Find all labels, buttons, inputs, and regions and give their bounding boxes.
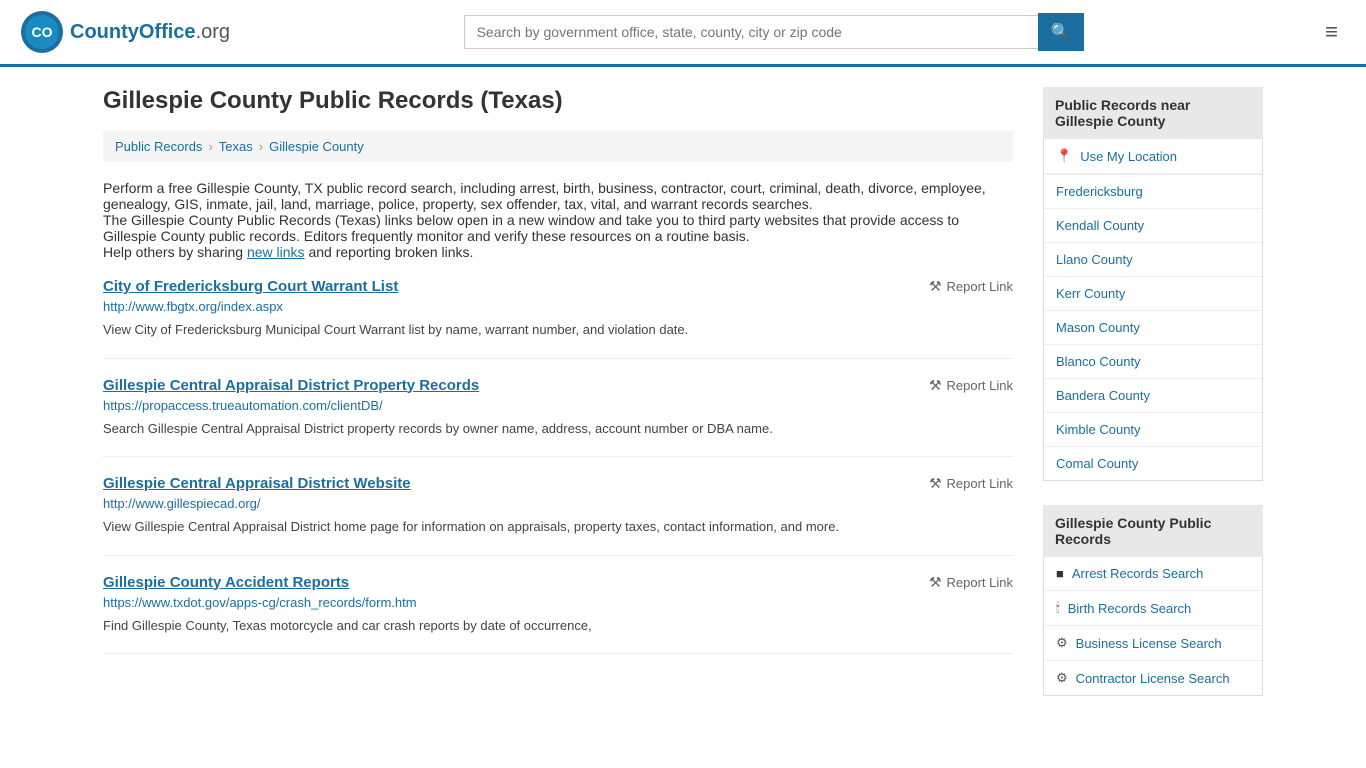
search-area: 🔍 bbox=[464, 13, 1084, 51]
record-url[interactable]: https://propaccess.trueautomation.com/cl… bbox=[103, 398, 1013, 413]
report-icon: ⚒ bbox=[929, 377, 942, 394]
nearby-link[interactable]: Fredericksburg bbox=[1044, 175, 1262, 208]
list-item[interactable]: 🕯 Birth Records Search bbox=[1044, 591, 1262, 626]
page-title: Gillespie County Public Records (Texas) bbox=[103, 87, 1013, 115]
record-item: City of Fredericksburg Court Warrant Lis… bbox=[103, 260, 1013, 359]
contractor-license-link[interactable]: ⚙ Contractor License Search bbox=[1044, 661, 1262, 695]
nearby-link[interactable]: Llano County bbox=[1044, 243, 1262, 276]
report-icon: ⚒ bbox=[929, 574, 942, 591]
report-icon: ⚒ bbox=[929, 278, 942, 295]
report-link[interactable]: ⚒ Report Link bbox=[929, 278, 1013, 295]
nearby-link[interactable]: Blanco County bbox=[1044, 345, 1262, 378]
use-location-link[interactable]: 📍 Use My Location bbox=[1044, 139, 1262, 174]
list-item[interactable]: Kendall County bbox=[1044, 209, 1262, 243]
use-location-item[interactable]: 📍 Use My Location bbox=[1044, 139, 1262, 175]
nearby-section: Public Records near Gillespie County 📍 U… bbox=[1043, 87, 1263, 481]
search-input[interactable] bbox=[464, 15, 1038, 49]
record-item: Gillespie Central Appraisal District Pro… bbox=[103, 359, 1013, 458]
records-list: ■ Arrest Records Search 🕯 Birth Records … bbox=[1043, 557, 1263, 696]
record-title[interactable]: Gillespie Central Appraisal District Pro… bbox=[103, 377, 479, 394]
record-url[interactable]: https://www.txdot.gov/apps-cg/crash_reco… bbox=[103, 595, 1013, 610]
record-header: Gillespie Central Appraisal District Pro… bbox=[103, 377, 1013, 394]
record-description: View City of Fredericksburg Municipal Co… bbox=[103, 320, 1013, 340]
menu-button[interactable]: ≡ bbox=[1317, 15, 1346, 49]
record-title[interactable]: Gillespie County Accident Reports bbox=[103, 574, 349, 591]
breadcrumb-public-records[interactable]: Public Records bbox=[115, 139, 202, 154]
logo-icon: CO bbox=[20, 10, 64, 54]
list-item[interactable]: ⚙ Contractor License Search bbox=[1044, 661, 1262, 695]
nearby-link[interactable]: Kerr County bbox=[1044, 277, 1262, 310]
record-url[interactable]: http://www.gillespiecad.org/ bbox=[103, 496, 1013, 511]
list-item[interactable]: Blanco County bbox=[1044, 345, 1262, 379]
arrest-icon: ■ bbox=[1056, 566, 1064, 581]
list-item[interactable]: ■ Arrest Records Search bbox=[1044, 557, 1262, 591]
new-links[interactable]: new links bbox=[247, 244, 305, 260]
record-description: Search Gillespie Central Appraisal Distr… bbox=[103, 419, 1013, 439]
record-description: View Gillespie Central Appraisal Distric… bbox=[103, 517, 1013, 537]
report-link[interactable]: ⚒ Report Link bbox=[929, 475, 1013, 492]
report-icon: ⚒ bbox=[929, 475, 942, 492]
business-icon: ⚙ bbox=[1056, 635, 1068, 651]
list-item[interactable]: Kerr County bbox=[1044, 277, 1262, 311]
record-header: City of Fredericksburg Court Warrant Lis… bbox=[103, 278, 1013, 295]
main-layout: Gillespie County Public Records (Texas) … bbox=[83, 67, 1283, 740]
nearby-link[interactable]: Kimble County bbox=[1044, 413, 1262, 446]
breadcrumb-sep-1: › bbox=[208, 139, 212, 154]
nearby-header: Public Records near Gillespie County bbox=[1043, 87, 1263, 139]
logo-area: CO CountyOffice.org bbox=[20, 10, 230, 54]
header: CO CountyOffice.org 🔍 ≡ bbox=[0, 0, 1366, 67]
breadcrumb-gillespie[interactable]: Gillespie County bbox=[269, 139, 364, 154]
arrest-records-link[interactable]: ■ Arrest Records Search bbox=[1044, 557, 1262, 590]
birth-records-link[interactable]: 🕯 Birth Records Search bbox=[1044, 591, 1262, 625]
location-icon: 📍 bbox=[1056, 148, 1072, 164]
nearby-link[interactable]: Mason County bbox=[1044, 311, 1262, 344]
intro-paragraph-2: The Gillespie County Public Records (Tex… bbox=[103, 212, 1013, 244]
nearby-link[interactable]: Kendall County bbox=[1044, 209, 1262, 242]
report-link[interactable]: ⚒ Report Link bbox=[929, 377, 1013, 394]
nearby-link[interactable]: Bandera County bbox=[1044, 379, 1262, 412]
list-item[interactable]: Comal County bbox=[1044, 447, 1262, 480]
list-item[interactable]: ⚙ Business License Search bbox=[1044, 626, 1262, 661]
report-link[interactable]: ⚒ Report Link bbox=[929, 574, 1013, 591]
logo-text: CountyOffice.org bbox=[70, 21, 230, 44]
hamburger-icon: ≡ bbox=[1325, 19, 1338, 44]
list-item[interactable]: Mason County bbox=[1044, 311, 1262, 345]
search-button[interactable]: 🔍 bbox=[1038, 13, 1084, 51]
nearby-link[interactable]: Comal County bbox=[1044, 447, 1262, 480]
intro-paragraph-3: Help others by sharing new links and rep… bbox=[103, 244, 1013, 260]
content-area: Gillespie County Public Records (Texas) … bbox=[103, 87, 1013, 720]
record-item: Gillespie Central Appraisal District Web… bbox=[103, 457, 1013, 556]
list-item[interactable]: Bandera County bbox=[1044, 379, 1262, 413]
list-item[interactable]: Fredericksburg bbox=[1044, 175, 1262, 209]
breadcrumb: Public Records › Texas › Gillespie Count… bbox=[103, 131, 1013, 162]
records-header: Gillespie County Public Records bbox=[1043, 505, 1263, 557]
nearby-list: 📍 Use My Location Fredericksburg Kendall… bbox=[1043, 139, 1263, 481]
record-title[interactable]: Gillespie Central Appraisal District Web… bbox=[103, 475, 411, 492]
intro-paragraph-1: Perform a free Gillespie County, TX publ… bbox=[103, 180, 1013, 212]
list-item[interactable]: Kimble County bbox=[1044, 413, 1262, 447]
record-url[interactable]: http://www.fbgtx.org/index.aspx bbox=[103, 299, 1013, 314]
record-header: Gillespie County Accident Reports ⚒ Repo… bbox=[103, 574, 1013, 591]
record-item: Gillespie County Accident Reports ⚒ Repo… bbox=[103, 556, 1013, 655]
contractor-icon: ⚙ bbox=[1056, 670, 1068, 686]
breadcrumb-texas[interactable]: Texas bbox=[219, 139, 253, 154]
business-license-link[interactable]: ⚙ Business License Search bbox=[1044, 626, 1262, 660]
svg-text:CO: CO bbox=[32, 24, 53, 40]
record-description: Find Gillespie County, Texas motorcycle … bbox=[103, 616, 1013, 636]
list-item[interactable]: Llano County bbox=[1044, 243, 1262, 277]
sidebar: Public Records near Gillespie County 📍 U… bbox=[1043, 87, 1263, 720]
birth-icon: 🕯 bbox=[1056, 600, 1060, 616]
search-icon: 🔍 bbox=[1051, 24, 1071, 41]
record-title[interactable]: City of Fredericksburg Court Warrant Lis… bbox=[103, 278, 398, 295]
record-header: Gillespie Central Appraisal District Web… bbox=[103, 475, 1013, 492]
breadcrumb-sep-2: › bbox=[259, 139, 263, 154]
records-section: Gillespie County Public Records ■ Arrest… bbox=[1043, 505, 1263, 696]
